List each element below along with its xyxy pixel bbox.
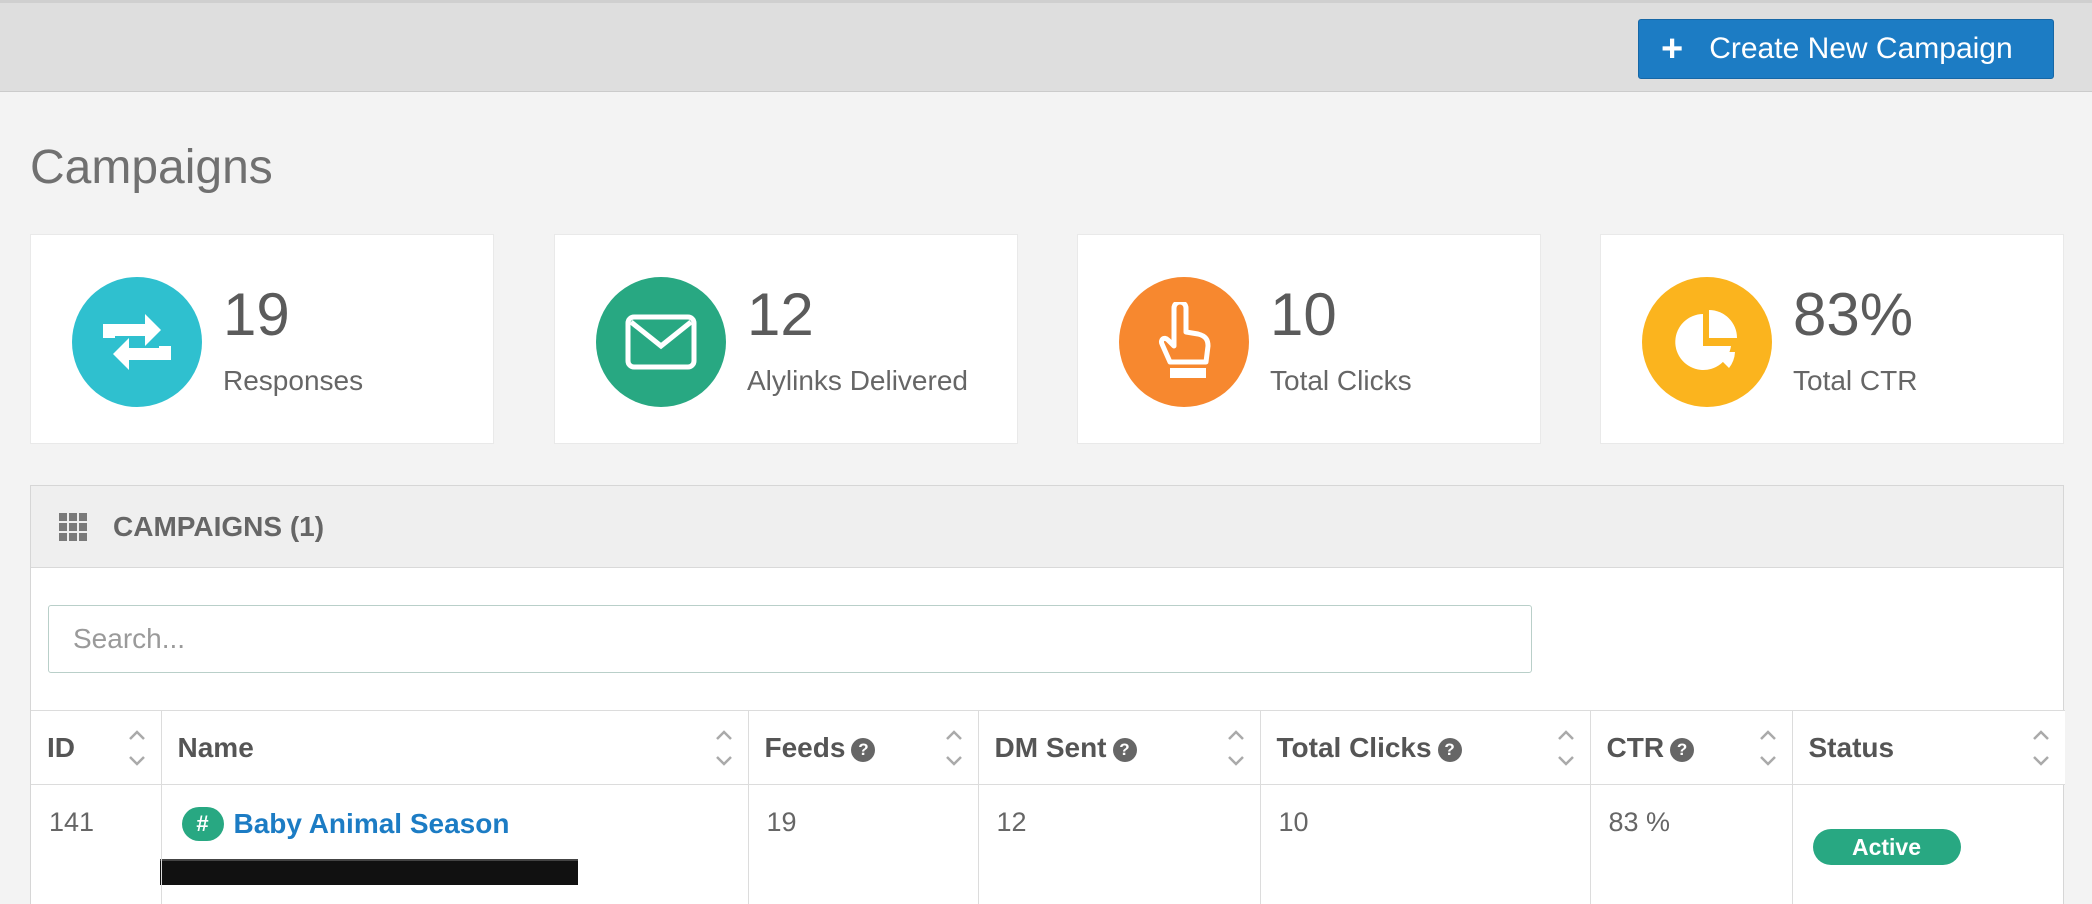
status-badge: Active: [1812, 829, 1961, 865]
pointer-hand-icon: [1119, 277, 1249, 407]
cell-feeds: 19: [748, 784, 979, 904]
stat-card-responses: 19 Responses: [30, 234, 494, 444]
pie-chart-icon: [1642, 277, 1772, 407]
sort-icon[interactable]: [1556, 729, 1576, 767]
column-label: ID: [47, 731, 75, 763]
search-input[interactable]: [48, 605, 1532, 673]
column-header-status[interactable]: Status: [1792, 710, 2065, 785]
campaigns-panel: CAMPAIGNS (1) ID Name Feeds?: [30, 485, 2065, 904]
column-label: Total Clicks: [1276, 731, 1432, 763]
sort-icon[interactable]: [2031, 729, 2051, 767]
page-title: Campaigns: [30, 141, 273, 194]
stat-card-total-ctr: 83% Total CTR: [1600, 234, 2064, 444]
campaign-name-link[interactable]: Baby Animal Season: [234, 808, 510, 839]
stat-value: 19: [223, 281, 290, 348]
stat-value: 12: [747, 281, 814, 348]
sort-icon[interactable]: [127, 729, 147, 767]
hashtag-badge: #: [181, 807, 224, 841]
panel-header: CAMPAIGNS (1): [31, 486, 2063, 568]
column-label: DM Sent: [994, 731, 1107, 763]
campaigns-table: ID Name Feeds? DM Sent? Total Clicks? CT…: [31, 710, 2065, 904]
cell-name: # Baby Animal Season: [159, 784, 749, 904]
stat-card-alylinks-delivered: 12 Alylinks Delivered: [554, 234, 1018, 444]
plus-icon: +: [1661, 28, 1684, 70]
sort-icon[interactable]: [944, 729, 964, 767]
help-icon[interactable]: ?: [1437, 737, 1462, 762]
column-label: Status: [1808, 731, 1895, 763]
envelope-icon: [596, 277, 726, 407]
table-row: 141 # Baby Animal Season 19 12 10 83 % Ac…: [31, 784, 2065, 904]
stat-label: Total Clicks: [1270, 365, 1412, 396]
panel-title: CAMPAIGNS (1): [113, 510, 325, 542]
sort-icon[interactable]: [714, 729, 734, 767]
stat-value: 10: [1270, 281, 1337, 348]
retweet-icon: [72, 277, 202, 407]
column-header-name[interactable]: Name: [161, 710, 749, 785]
cell-status: Active: [1792, 785, 2065, 904]
column-header-ctr[interactable]: CTR?: [1590, 710, 1793, 785]
create-new-campaign-button[interactable]: + Create New Campaign: [1638, 19, 2054, 79]
column-header-dm-sent[interactable]: DM Sent?: [978, 710, 1261, 785]
cell-dm-sent: 12: [978, 784, 1261, 904]
table-header-row: ID Name Feeds? DM Sent? Total Clicks? CT…: [31, 710, 2065, 785]
column-label: Name: [177, 731, 254, 763]
cell-ctr: 83 %: [1590, 784, 1793, 904]
sort-icon[interactable]: [1758, 729, 1778, 767]
column-header-id[interactable]: ID: [31, 710, 162, 785]
help-icon[interactable]: ?: [1670, 737, 1695, 762]
column-label: CTR: [1606, 731, 1665, 763]
create-button-label: Create New Campaign: [1709, 32, 2013, 65]
help-icon[interactable]: ?: [851, 737, 876, 762]
sort-icon[interactable]: [1226, 729, 1246, 767]
redacted-hashtag: [159, 859, 578, 885]
column-header-total-clicks[interactable]: Total Clicks?: [1260, 710, 1591, 785]
stat-label: Alylinks Delivered: [747, 365, 968, 396]
column-header-feeds[interactable]: Feeds?: [748, 710, 979, 785]
help-icon[interactable]: ?: [1112, 737, 1137, 762]
column-label: Feeds: [764, 731, 846, 763]
cell-id: 141: [31, 784, 162, 904]
cell-total-clicks: 10: [1260, 784, 1591, 904]
stat-value: 83%: [1793, 281, 1914, 348]
stat-label: Total CTR: [1793, 365, 1918, 396]
top-bar: + Create New Campaign: [0, 0, 2092, 92]
grid-icon: [59, 512, 87, 541]
stat-label: Responses: [223, 365, 364, 396]
stat-card-total-clicks: 10 Total Clicks: [1077, 234, 1541, 444]
